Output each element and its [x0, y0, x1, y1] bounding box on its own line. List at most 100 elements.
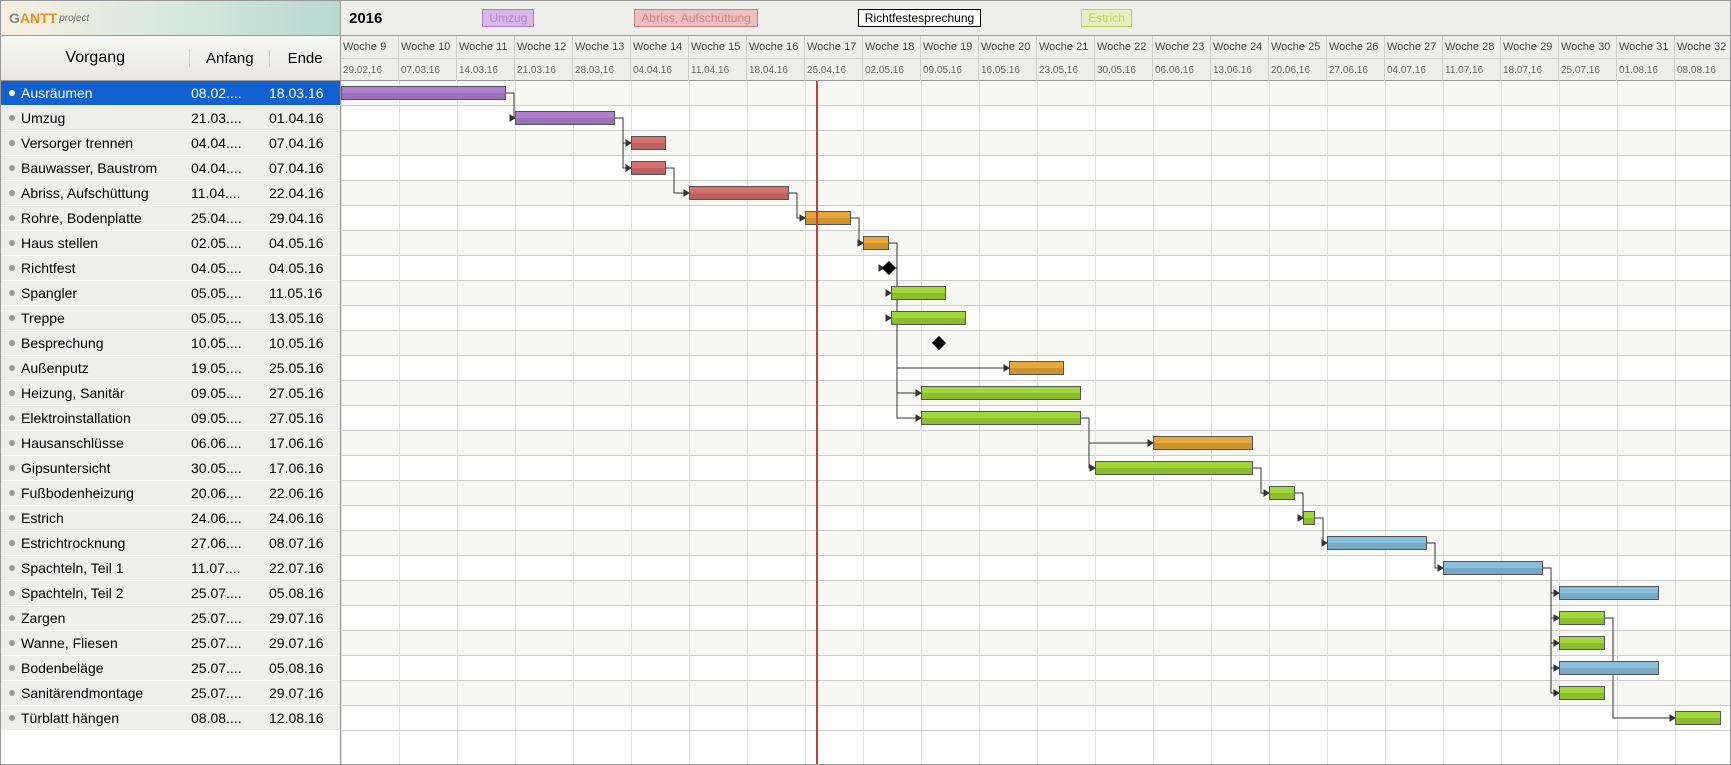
gantt-bar[interactable]	[631, 136, 666, 150]
chart-body[interactable]: 25.04.16	[341, 81, 1730, 764]
legend-item[interactable]: Abriss, Aufschüttung	[634, 9, 757, 27]
bullet-icon	[9, 640, 15, 646]
task-start: 08.02....	[191, 85, 269, 101]
date-cell: 25.07.16	[1559, 59, 1617, 81]
task-row[interactable]: Haus stellen02.05....04.05.16	[1, 231, 340, 256]
task-row[interactable]: Treppe05.05....13.05.16	[1, 306, 340, 331]
task-row[interactable]: Estrich24.06....24.06.16	[1, 506, 340, 531]
gantt-bar[interactable]	[891, 311, 966, 325]
gantt-app: GANTT project 2016 UmzugAbriss, Aufschüt…	[0, 0, 1731, 765]
task-end: 27.05.16	[269, 410, 339, 426]
task-row[interactable]: Besprechung10.05....10.05.16	[1, 331, 340, 356]
gantt-bar[interactable]	[863, 236, 889, 250]
gantt-bar[interactable]	[1009, 361, 1064, 375]
task-row[interactable]: Estrichtrocknung27.06....08.07.16	[1, 531, 340, 556]
col-task[interactable]: Vorgang	[1, 49, 190, 67]
gantt-chart[interactable]: Woche 9Woche 10Woche 11Woche 12Woche 13W…	[341, 36, 1730, 764]
task-start: 24.06....	[191, 510, 269, 526]
gantt-bar[interactable]	[341, 86, 506, 100]
gantt-bar[interactable]	[891, 286, 946, 300]
gantt-bar[interactable]	[515, 111, 615, 125]
gantt-bar[interactable]	[1443, 561, 1543, 575]
week-cell: Woche 31	[1617, 36, 1675, 58]
task-row[interactable]: Bauwasser, Baustrom04.04....07.04.16	[1, 156, 340, 181]
week-cell: Woche 13	[573, 36, 631, 58]
gantt-bar[interactable]	[1095, 461, 1253, 475]
task-start: 04.04....	[191, 160, 269, 176]
gantt-bar[interactable]	[1303, 511, 1315, 525]
task-row[interactable]: Hausanschlüsse06.06....17.06.16	[1, 431, 340, 456]
task-start: 25.07....	[191, 660, 269, 676]
legend-item[interactable]: Richtfestesprechung	[858, 9, 981, 27]
week-cell: Woche 22	[1095, 36, 1153, 58]
task-row[interactable]: Zargen25.07....29.07.16	[1, 606, 340, 631]
col-start[interactable]: Anfang	[190, 50, 270, 67]
week-cell: Woche 27	[1385, 36, 1443, 58]
date-cell: 04.07.16	[1385, 59, 1443, 81]
task-row[interactable]: Sanitärendmontage25.07....29.07.16	[1, 681, 340, 706]
task-row[interactable]: Fußbodenheizung20.06....22.06.16	[1, 481, 340, 506]
task-row[interactable]: Abriss, Aufschüttung11.04....22.04.16	[1, 181, 340, 206]
task-row[interactable]: Umzug21.03....01.04.16	[1, 106, 340, 131]
top-row: GANTT project 2016 UmzugAbriss, Aufschüt…	[1, 1, 1730, 36]
task-name: Außenputz	[21, 360, 191, 376]
task-name: Spangler	[21, 285, 191, 301]
task-name: Haus stellen	[21, 235, 191, 251]
task-name: Estrich	[21, 510, 191, 526]
gantt-bar[interactable]	[1559, 586, 1659, 600]
col-end[interactable]: Ende	[270, 50, 340, 67]
task-row[interactable]: Heizung, Sanitär09.05....27.05.16	[1, 381, 340, 406]
gantt-bar[interactable]	[1559, 611, 1605, 625]
task-start: 21.03....	[191, 110, 269, 126]
bullet-icon	[9, 215, 15, 221]
task-name: Heizung, Sanitär	[21, 385, 191, 401]
task-end: 07.04.16	[269, 160, 339, 176]
task-row[interactable]: Außenputz19.05....25.05.16	[1, 356, 340, 381]
date-cell: 18.07.16	[1501, 59, 1559, 81]
week-cell: Woche 24	[1211, 36, 1269, 58]
task-end: 25.05.16	[269, 360, 339, 376]
task-row[interactable]: Spachteln, Teil 111.07....22.07.16	[1, 556, 340, 581]
date-cell: 23.05.16	[1037, 59, 1095, 81]
gantt-bar[interactable]	[1153, 436, 1253, 450]
task-row[interactable]: Gipsuntersicht30.05....17.06.16	[1, 456, 340, 481]
week-cell: Woche 21	[1037, 36, 1095, 58]
task-row[interactable]: Türblatt hängen08.08....12.08.16	[1, 706, 340, 731]
bullet-icon	[9, 565, 15, 571]
year-label: 2016	[349, 10, 382, 27]
legend-item[interactable]: Estrich	[1081, 9, 1132, 27]
week-cell: Woche 28	[1443, 36, 1501, 58]
task-list[interactable]: Ausräumen08.02....18.03.16Umzug21.03....…	[1, 81, 340, 764]
gantt-bar[interactable]	[921, 411, 1081, 425]
task-start: 19.05....	[191, 360, 269, 376]
task-row[interactable]: Spangler05.05....11.05.16	[1, 281, 340, 306]
task-start: 30.05....	[191, 460, 269, 476]
task-row[interactable]: Versorger trennen04.04....07.04.16	[1, 131, 340, 156]
task-end: 11.05.16	[269, 285, 339, 301]
bullet-icon	[9, 115, 15, 121]
bullet-icon	[9, 390, 15, 396]
task-row[interactable]: Rohre, Bodenplatte25.04....29.04.16	[1, 206, 340, 231]
task-row[interactable]: Ausräumen08.02....18.03.16	[1, 81, 340, 106]
task-end: 07.04.16	[269, 135, 339, 151]
date-cell: 20.06.16	[1269, 59, 1327, 81]
legend-item[interactable]: Umzug	[482, 9, 534, 27]
gantt-bar[interactable]	[1327, 536, 1427, 550]
gantt-bar[interactable]	[805, 211, 851, 225]
task-row[interactable]: Richtfest04.05....04.05.16	[1, 256, 340, 281]
task-row[interactable]: Bodenbeläge25.07....05.08.16	[1, 656, 340, 681]
gantt-bar[interactable]	[1559, 636, 1605, 650]
gantt-bar[interactable]	[631, 161, 666, 175]
task-row[interactable]: Spachteln, Teil 225.07....05.08.16	[1, 581, 340, 606]
gantt-bar[interactable]	[1559, 661, 1659, 675]
gantt-bar[interactable]	[1269, 486, 1295, 500]
gantt-bar[interactable]	[1675, 711, 1721, 725]
gantt-bar[interactable]	[921, 386, 1081, 400]
gantt-bar[interactable]	[1559, 686, 1605, 700]
task-row[interactable]: Elektroinstallation09.05....27.05.16	[1, 406, 340, 431]
task-row[interactable]: Wanne, Fliesen25.07....29.07.16	[1, 631, 340, 656]
task-start: 25.07....	[191, 635, 269, 651]
task-name: Rohre, Bodenplatte	[21, 210, 191, 226]
date-cell: 28.03.16	[573, 59, 631, 81]
gantt-bar[interactable]	[689, 186, 789, 200]
